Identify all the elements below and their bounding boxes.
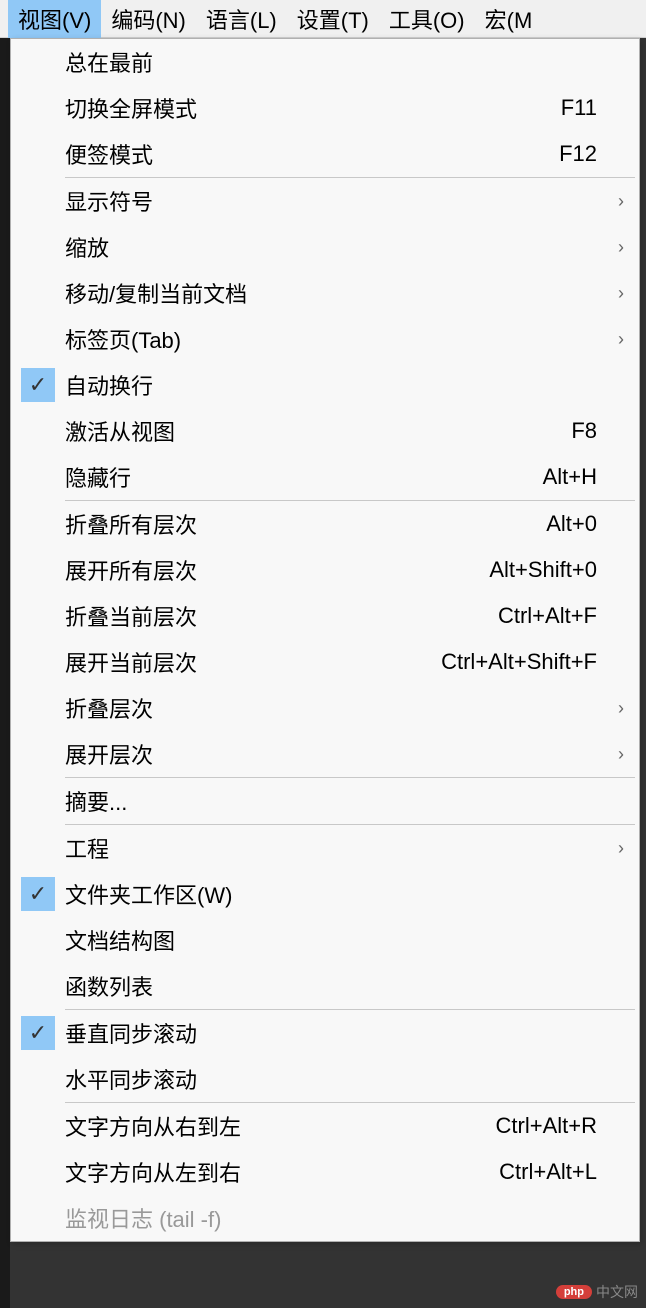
menu-item-shortcut: Ctrl+Alt+L <box>499 1159 611 1185</box>
submenu-arrow-icon: › <box>611 838 639 859</box>
menu-item-label: 垂直同步滚动 <box>65 1017 597 1049</box>
menu-item-label: 便签模式 <box>65 138 559 170</box>
menu-item-label: 激活从视图 <box>65 415 571 447</box>
menu-item-shortcut: Alt+0 <box>546 511 611 537</box>
menu-item-label: 文档结构图 <box>65 924 597 956</box>
menu-item-folder-workspace[interactable]: ✓ 文件夹工作区(W) <box>11 871 639 917</box>
check-column: ✓ <box>11 1016 65 1050</box>
menu-settings[interactable]: 设置(T) <box>287 0 379 39</box>
menu-item-label: 展开所有层次 <box>65 554 489 586</box>
menu-item-sync-vertical-scroll[interactable]: ✓ 垂直同步滚动 <box>11 1010 639 1056</box>
menu-item-label: 总在最前 <box>65 46 597 78</box>
watermark-badge: php <box>556 1285 592 1299</box>
menu-item-shortcut: Alt+H <box>543 464 611 490</box>
menu-item-doc-map[interactable]: 文档结构图 <box>11 917 639 963</box>
menu-item-text-rtl[interactable]: 文字方向从右到左Ctrl+Alt+R <box>11 1103 639 1149</box>
menu-item-label: 显示符号 <box>65 185 597 217</box>
menu-item-label: 折叠所有层次 <box>65 508 546 540</box>
submenu-arrow-icon: › <box>611 283 639 304</box>
menu-item-label: 折叠当前层次 <box>65 600 498 632</box>
menu-item-shortcut: Ctrl+Alt+F <box>498 603 611 629</box>
menu-item-label: 摘要... <box>65 785 597 817</box>
menubar: 视图(V) 编码(N) 语言(L) 设置(T) 工具(O) 宏(M <box>0 0 646 38</box>
menu-item-hide-lines[interactable]: 隐藏行Alt+H <box>11 454 639 500</box>
submenu-arrow-icon: › <box>611 744 639 765</box>
menu-item-label: 文件夹工作区(W) <box>65 878 597 910</box>
check-column: ✓ <box>11 877 65 911</box>
menu-item-show-symbols[interactable]: 显示符号 › <box>11 178 639 224</box>
check-column: ✓ <box>11 368 65 402</box>
menu-item-label: 展开层次 <box>65 738 597 770</box>
menu-item-toggle-fullscreen[interactable]: 切换全屏模式F11 <box>11 85 639 131</box>
check-icon: ✓ <box>21 877 55 911</box>
menu-item-label: 文字方向从左到右 <box>65 1156 499 1188</box>
menu-item-label: 工程 <box>65 832 597 864</box>
menu-encoding[interactable]: 编码(N) <box>101 0 196 39</box>
menu-item-label: 标签页(Tab) <box>65 323 597 355</box>
submenu-arrow-icon: › <box>611 237 639 258</box>
background-strip <box>0 38 10 1308</box>
menu-tools[interactable]: 工具(O) <box>379 0 475 39</box>
menu-item-label: 切换全屏模式 <box>65 92 561 124</box>
menu-item-word-wrap[interactable]: ✓ 自动换行 <box>11 362 639 408</box>
menu-item-shortcut: Ctrl+Alt+Shift+F <box>441 649 611 675</box>
menu-item-label: 移动/复制当前文档 <box>65 277 597 309</box>
view-dropdown: 总在最前切换全屏模式F11便签模式F12显示符号›缩放›移动/复制当前文档›标签… <box>10 38 640 1242</box>
menu-item-activate-sub-view[interactable]: 激活从视图F8 <box>11 408 639 454</box>
submenu-arrow-icon: › <box>611 191 639 212</box>
menu-item-sticky-note-mode[interactable]: 便签模式F12 <box>11 131 639 177</box>
menu-item-label: 展开当前层次 <box>65 646 441 678</box>
menu-item-summary[interactable]: 摘要... <box>11 778 639 824</box>
check-icon: ✓ <box>21 1016 55 1050</box>
menu-item-fold-level[interactable]: 折叠层次 › <box>11 685 639 731</box>
menu-item-function-list[interactable]: 函数列表 <box>11 963 639 1009</box>
menu-language[interactable]: 语言(L) <box>196 0 287 39</box>
menu-item-tabs[interactable]: 标签页(Tab) › <box>11 316 639 362</box>
menu-item-zoom[interactable]: 缩放 › <box>11 224 639 270</box>
menu-item-monitor-log: 监视日志 (tail -f) <box>11 1195 639 1241</box>
menu-item-sync-horizontal-scroll[interactable]: 水平同步滚动 <box>11 1056 639 1102</box>
menu-item-text-ltr[interactable]: 文字方向从左到右Ctrl+Alt+L <box>11 1149 639 1195</box>
menu-item-label: 自动换行 <box>65 369 597 401</box>
menu-item-label: 水平同步滚动 <box>65 1063 597 1095</box>
menu-item-shortcut: F12 <box>559 141 611 167</box>
menu-item-label: 函数列表 <box>65 970 597 1002</box>
menu-item-shortcut: F8 <box>571 418 611 444</box>
menu-item-project[interactable]: 工程 › <box>11 825 639 871</box>
menu-view[interactable]: 视图(V) <box>8 0 101 39</box>
menu-item-fold-all[interactable]: 折叠所有层次Alt+0 <box>11 501 639 547</box>
menu-item-shortcut: Ctrl+Alt+R <box>496 1113 611 1139</box>
submenu-arrow-icon: › <box>611 698 639 719</box>
menu-item-move-copy-doc[interactable]: 移动/复制当前文档 › <box>11 270 639 316</box>
menu-item-label: 文字方向从右到左 <box>65 1110 496 1142</box>
menu-item-label: 监视日志 (tail -f) <box>65 1202 597 1234</box>
menu-item-label: 缩放 <box>65 231 597 263</box>
menu-item-shortcut: F11 <box>561 95 611 121</box>
watermark: php 中文网 <box>556 1282 638 1302</box>
menu-item-fold-current[interactable]: 折叠当前层次Ctrl+Alt+F <box>11 593 639 639</box>
submenu-arrow-icon: › <box>611 329 639 350</box>
menu-macro[interactable]: 宏(M <box>475 0 543 39</box>
menu-item-label: 隐藏行 <box>65 461 543 493</box>
watermark-text: 中文网 <box>596 1282 638 1302</box>
menu-item-unfold-all[interactable]: 展开所有层次Alt+Shift+0 <box>11 547 639 593</box>
menu-item-unfold-level[interactable]: 展开层次 › <box>11 731 639 777</box>
menu-item-unfold-current[interactable]: 展开当前层次Ctrl+Alt+Shift+F <box>11 639 639 685</box>
menu-item-label: 折叠层次 <box>65 692 597 724</box>
menu-item-shortcut: Alt+Shift+0 <box>489 557 611 583</box>
check-icon: ✓ <box>21 368 55 402</box>
menu-item-always-on-top[interactable]: 总在最前 <box>11 39 639 85</box>
